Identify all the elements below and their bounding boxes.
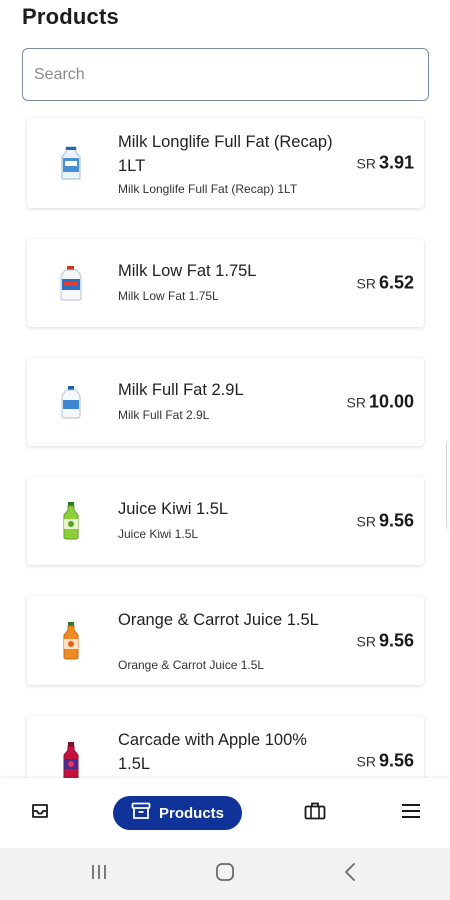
- price-amount: 9.56: [378, 510, 414, 531]
- price-currency: SR: [356, 633, 376, 649]
- nav-briefcase-button[interactable]: [293, 778, 337, 848]
- product-name: Carcade with Apple 100% 1.5L: [118, 731, 307, 773]
- search-box[interactable]: [22, 48, 429, 101]
- products-screen: Products Milk Longlife Full Fat (Recap) …: [0, 0, 450, 900]
- home-button[interactable]: [195, 848, 255, 900]
- product-subtitle: Juice Kiwi 1.5L: [118, 527, 199, 541]
- milk-carton-icon: [51, 141, 91, 185]
- price-currency: SR: [356, 275, 376, 292]
- juice-bottle-icon: [51, 499, 91, 543]
- nav-products-label: Products: [158, 804, 224, 822]
- archive-box-icon: [131, 802, 151, 824]
- product-card[interactable]: Milk Longlife Full Fat (Recap) 1LT Milk …: [27, 118, 424, 208]
- scrollbar[interactable]: [446, 440, 450, 530]
- price-currency: SR: [356, 513, 376, 530]
- product-subtitle: Milk Longlife Full Fat (Recap) 1LT: [118, 182, 298, 196]
- price-amount: 6.52: [378, 272, 414, 293]
- product-name: Orange & Carrot Juice 1.5L: [118, 611, 319, 629]
- product-card[interactable]: Orange & Carrot Juice 1.5L Orange & Carr…: [27, 596, 424, 685]
- nav-products-button[interactable]: Products: [113, 796, 242, 830]
- nav-menu-button[interactable]: [389, 778, 433, 848]
- product-name: Juice Kiwi 1.5L: [118, 500, 229, 518]
- product-card[interactable]: Carcade with Apple 100% 1.5L SR 9.56: [27, 716, 424, 778]
- menu-icon: [401, 803, 421, 824]
- product-price: SR 9.56: [357, 511, 415, 532]
- product-subtitle: Milk Low Fat 1.75L: [118, 289, 219, 303]
- product-card[interactable]: Milk Full Fat 2.9L Milk Full Fat 2.9L SR…: [27, 358, 424, 446]
- bottom-navigation: Products: [0, 778, 450, 848]
- price-currency: SR: [346, 394, 366, 411]
- search-input[interactable]: [23, 49, 428, 100]
- system-navigation-bar: [0, 848, 450, 900]
- briefcase-icon: [304, 802, 326, 825]
- inbox-icon: [31, 803, 49, 824]
- product-list[interactable]: Milk Longlife Full Fat (Recap) 1LT Milk …: [0, 108, 450, 778]
- product-name: Milk Full Fat 2.9L: [118, 381, 244, 399]
- product-name: Milk Low Fat 1.75L: [118, 262, 257, 280]
- product-price: SR 9.56: [357, 630, 415, 651]
- juice-bottle-icon: [51, 739, 91, 778]
- back-button[interactable]: [320, 848, 380, 900]
- price-amount: 9.56: [378, 630, 414, 650]
- product-price: SR 9.56: [357, 750, 415, 771]
- nav-inbox-button[interactable]: [18, 778, 62, 848]
- product-subtitle: Milk Full Fat 2.9L: [118, 408, 210, 422]
- price-currency: SR: [356, 155, 376, 172]
- product-price: SR 10.00: [347, 392, 415, 413]
- product-name: Milk Longlife Full Fat (Recap) 1LT: [118, 133, 333, 175]
- product-subtitle: Orange & Carrot Juice 1.5L: [118, 658, 265, 672]
- product-price: SR 3.91: [357, 153, 415, 174]
- page-title: Products: [22, 4, 119, 29]
- recent-apps-button[interactable]: [69, 848, 129, 900]
- back-icon: [344, 862, 356, 886]
- milk-jug-icon: [51, 261, 91, 305]
- price-currency: SR: [356, 753, 376, 769]
- juice-bottle-icon: [51, 619, 91, 663]
- price-amount: 10.00: [368, 391, 414, 412]
- recent-apps-icon: [89, 864, 109, 885]
- milk-jug-icon: [51, 380, 91, 424]
- price-amount: 9.56: [378, 750, 414, 770]
- product-card[interactable]: Milk Low Fat 1.75L Milk Low Fat 1.75L SR…: [27, 239, 424, 327]
- product-card[interactable]: Juice Kiwi 1.5L Juice Kiwi 1.5L SR 9.56: [27, 477, 424, 565]
- product-price: SR 6.52: [357, 273, 415, 294]
- home-icon: [215, 862, 235, 887]
- price-amount: 3.91: [378, 152, 414, 173]
